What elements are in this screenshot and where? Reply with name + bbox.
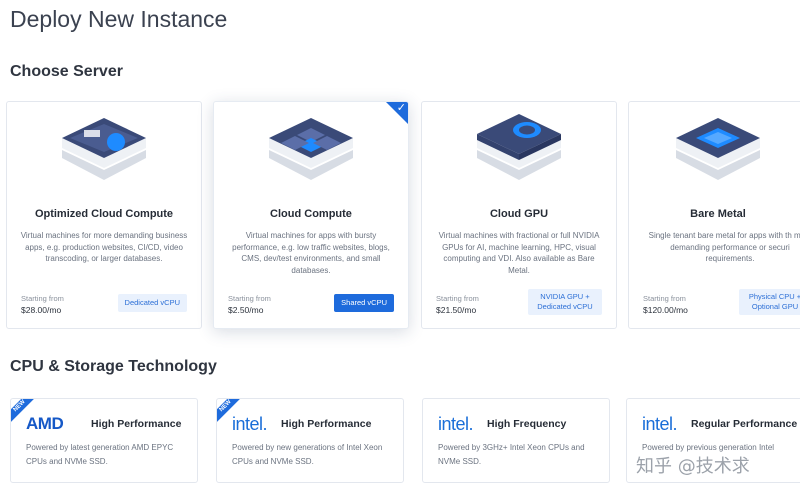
- price-label: Starting from: [228, 294, 271, 303]
- tech-description: Powered by latest generation AMD EPYC CP…: [26, 443, 174, 466]
- tech-card-intel-high-performance[interactable]: NEW intel. High Performance Powered by n…: [216, 398, 404, 483]
- server-card-cloud-compute[interactable]: ✓ Cloud Compute Virtual machines for app…: [213, 101, 409, 329]
- server-description: Single tenant bare metal for apps with t…: [648, 231, 800, 263]
- price-value: $2.50/mo: [228, 305, 264, 315]
- tech-title: High Frequency: [487, 418, 567, 430]
- server-card-optimized-cloud-compute[interactable]: Optimized Cloud Compute Virtual machines…: [6, 101, 202, 329]
- server-name: Optimized Cloud Compute: [34, 208, 174, 220]
- amd-logo: AMD: [26, 414, 64, 433]
- gpu-icon: [477, 114, 561, 180]
- bare-metal-icon: [676, 118, 760, 180]
- price-label: Starting from: [643, 294, 686, 303]
- intel-logo: intel.: [232, 414, 268, 434]
- price-label: Starting from: [21, 294, 64, 303]
- server-name: Cloud GPU: [489, 208, 549, 220]
- tech-title: High Performance: [91, 418, 182, 430]
- zhihu-watermark: 知乎 @技术求: [636, 456, 750, 477]
- tech-description: Powered by new generations of Intel Xeon…: [232, 443, 383, 466]
- section-title-cpu-storage: CPU & Storage Technology: [10, 358, 217, 375]
- price-label: Starting from: [436, 294, 479, 303]
- server-card-cloud-gpu[interactable]: Cloud GPU Virtual machines with fraction…: [421, 101, 617, 329]
- server-description: Virtual machines with fractional or full…: [438, 231, 600, 275]
- optimized-compute-icon: [62, 118, 146, 180]
- price-value: $21.50/mo: [436, 305, 477, 315]
- server-description: Virtual machines for more demanding busi…: [20, 231, 188, 263]
- intel-logo: intel.: [642, 414, 678, 434]
- server-description: Virtual machines for apps with bursty pe…: [232, 231, 390, 275]
- section-title-choose-server: Choose Server: [10, 63, 123, 80]
- cpu-badge: NVIDIA GPU + Dedicated vCPU: [528, 289, 602, 315]
- page-title: Deploy New Instance: [10, 6, 228, 32]
- tech-description: Powered by 3GHz+ Intel Xeon CPUs and NVM…: [438, 443, 585, 466]
- cpu-badge: Dedicated vCPU: [117, 294, 187, 312]
- cloud-compute-icon: [269, 118, 353, 180]
- cpu-badge: Physical CPU + Optional GPU: [739, 289, 800, 315]
- server-name: Cloud Compute: [270, 208, 352, 220]
- tech-title: Regular Performance: [691, 418, 798, 430]
- server-card-bare-metal[interactable]: Bare Metal Single tenant bare metal for …: [628, 101, 800, 329]
- cpu-badge: Shared vCPU: [334, 294, 394, 312]
- tech-card-intel-high-frequency[interactable]: intel. High Frequency Powered by 3GHz+ I…: [422, 398, 610, 483]
- tech-card-amd-high-performance[interactable]: NEW AMD High Performance Powered by late…: [10, 398, 198, 483]
- intel-logo: intel.: [438, 414, 474, 434]
- price-value: $28.00/mo: [21, 305, 62, 315]
- price-value: $120.00/mo: [643, 305, 688, 315]
- server-name: Bare Metal: [690, 208, 746, 220]
- check-icon: ✓: [396, 101, 406, 114]
- tech-title: High Performance: [281, 418, 372, 430]
